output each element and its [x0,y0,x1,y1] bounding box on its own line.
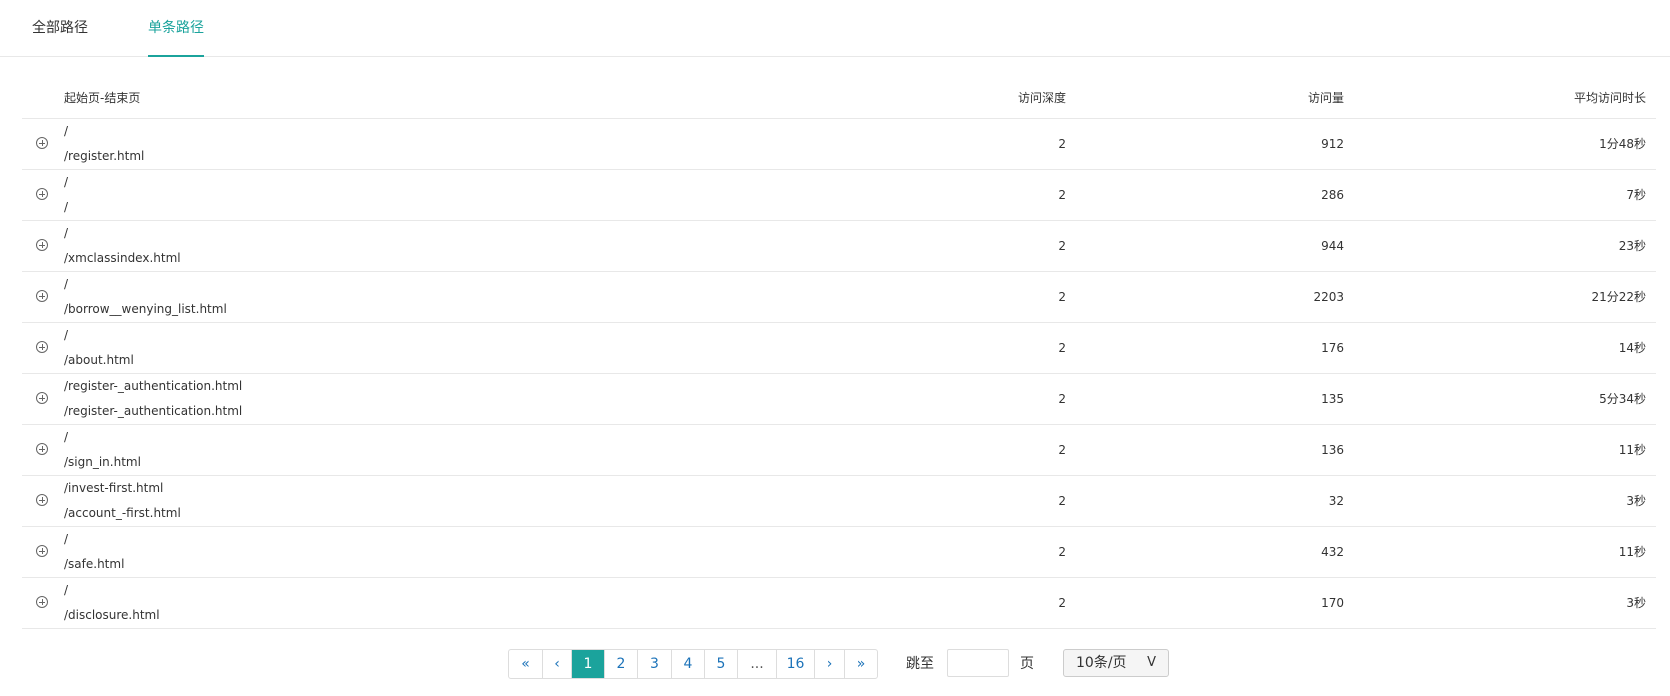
table-row: / /about.html 2 176 14秒 [22,323,1656,374]
depth-cell: 2 [1058,290,1066,304]
expand-icon[interactable] [36,341,48,353]
end-page: /xmclassindex.html [64,251,181,265]
expand-icon[interactable] [36,494,48,506]
expand-icon[interactable] [36,188,48,200]
end-page: /about.html [64,353,134,367]
avg-duration-cell: 7秒 [1626,188,1646,202]
visits-cell: 135 [1321,392,1344,406]
expand-icon[interactable] [36,290,48,302]
table-row: / /borrow__wenying_list.html 2 2203 21分22秒 [22,272,1656,323]
table-row: / / 2 286 7秒 [22,170,1656,221]
page-ellipsis: ... [737,650,776,678]
visits-cell: 286 [1321,188,1344,202]
visits-cell: 2203 [1313,290,1344,304]
start-page: / [64,532,69,546]
end-page: /sign_in.html [64,455,141,469]
avg-duration-cell: 5分34秒 [1599,392,1646,406]
table-row: / /xmclassindex.html 2 944 23秒 [22,221,1656,272]
col-header-avg-duration: 平均访问时长 [1573,91,1646,105]
prev-page-button[interactable]: ‹ [542,650,571,678]
col-header-depth: 访问深度 [1017,91,1066,105]
page-button-5[interactable]: 5 [704,650,737,678]
expand-icon[interactable] [36,137,48,149]
page-button-3[interactable]: 3 [637,650,671,678]
depth-cell: 2 [1058,443,1066,457]
end-page: /disclosure.html [64,608,160,622]
tab-single-path[interactable]: 单条路径 [148,0,204,57]
first-page-button[interactable]: « [509,650,542,678]
avg-duration-cell: 14秒 [1618,341,1646,355]
depth-cell: 2 [1058,596,1066,610]
table-body: / /register.html 2 912 1分48秒 / / 2 286 7秒 / /xmclas… [22,119,1656,629]
expand-icon[interactable] [36,596,48,608]
jump-to-label: 跳至 [906,656,934,672]
depth-cell: 2 [1058,341,1066,355]
expand-icon[interactable] [36,239,48,251]
start-page: /register-_authentication.html [64,379,243,393]
start-page: /invest-first.html [64,481,164,495]
avg-duration-cell: 3秒 [1626,596,1646,610]
visits-cell: 32 [1328,494,1344,508]
chevron-down-icon: V [1147,655,1156,670]
start-page: / [64,226,69,240]
expand-icon[interactable] [36,392,48,404]
depth-cell: 2 [1058,545,1066,559]
page-button-2[interactable]: 2 [604,650,637,678]
depth-cell: 2 [1058,188,1066,202]
table-row: / /sign_in.html 2 136 11秒 [22,425,1656,476]
start-page: / [64,175,69,189]
col-header-visits: 访问量 [1307,91,1344,105]
page-button-16[interactable]: 16 [776,650,814,678]
visits-cell: 944 [1321,239,1344,253]
table-row: /invest-first.html/account_-first.html 2 3… [22,476,1656,527]
tab-bar: 全部路径 单条路径 [0,0,1670,57]
page-size-value: 10条/页 [1076,655,1127,671]
avg-duration-cell: 1分48秒 [1599,137,1646,151]
avg-duration-cell: 3秒 [1626,494,1646,508]
path-table: 起始页-结束页 访问深度 访问量 平均访问时长 / /register.html 2… [22,70,1656,629]
depth-cell: 2 [1058,392,1066,406]
visits-cell: 136 [1321,443,1344,457]
depth-cell: 2 [1058,239,1066,253]
end-page: / [64,200,69,214]
avg-duration-cell: 11秒 [1618,443,1646,457]
jump-page-input[interactable] [947,649,1009,677]
pagination: « ‹ 1 2 3 4 5 ... 16 › » [508,649,878,679]
table-row: / /disclosure.html 2 170 3秒 [22,578,1656,629]
end-page: /register.html [64,149,145,163]
end-page: /account_-first.html [64,506,181,520]
page-unit-label: 页 [1020,656,1034,672]
col-header-path: 起始页-结束页 [64,91,141,105]
last-page-button[interactable]: » [844,650,877,678]
start-page: / [64,328,69,342]
end-page: /safe.html [64,557,125,571]
avg-duration-cell: 21分22秒 [1591,290,1646,304]
page-button-4[interactable]: 4 [671,650,704,678]
start-page: / [64,430,69,444]
start-page: / [64,124,69,138]
end-page: /register-_authentication.html [64,404,243,418]
expand-icon[interactable] [36,443,48,455]
table-header: 起始页-结束页 访问深度 访问量 平均访问时长 [22,70,1656,119]
table-row: /register-_authentication.html/register-… [22,374,1656,425]
table-row: / /safe.html 2 432 11秒 [22,527,1656,578]
expand-icon[interactable] [36,545,48,557]
visits-cell: 176 [1321,341,1344,355]
avg-duration-cell: 11秒 [1618,545,1646,559]
visits-cell: 432 [1321,545,1344,559]
visits-cell: 170 [1321,596,1344,610]
start-page: / [64,277,69,291]
page-size-select[interactable]: 10条/页 V [1063,649,1169,677]
visits-cell: 912 [1321,137,1344,151]
page-button-1[interactable]: 1 [571,650,604,678]
depth-cell: 2 [1058,137,1066,151]
depth-cell: 2 [1058,494,1066,508]
table-row: / /register.html 2 912 1分48秒 [22,119,1656,170]
end-page: /borrow__wenying_list.html [64,302,227,316]
start-page: / [64,583,69,597]
next-page-button[interactable]: › [814,650,844,678]
tab-all-paths[interactable]: 全部路径 [32,0,88,56]
avg-duration-cell: 23秒 [1618,239,1646,253]
